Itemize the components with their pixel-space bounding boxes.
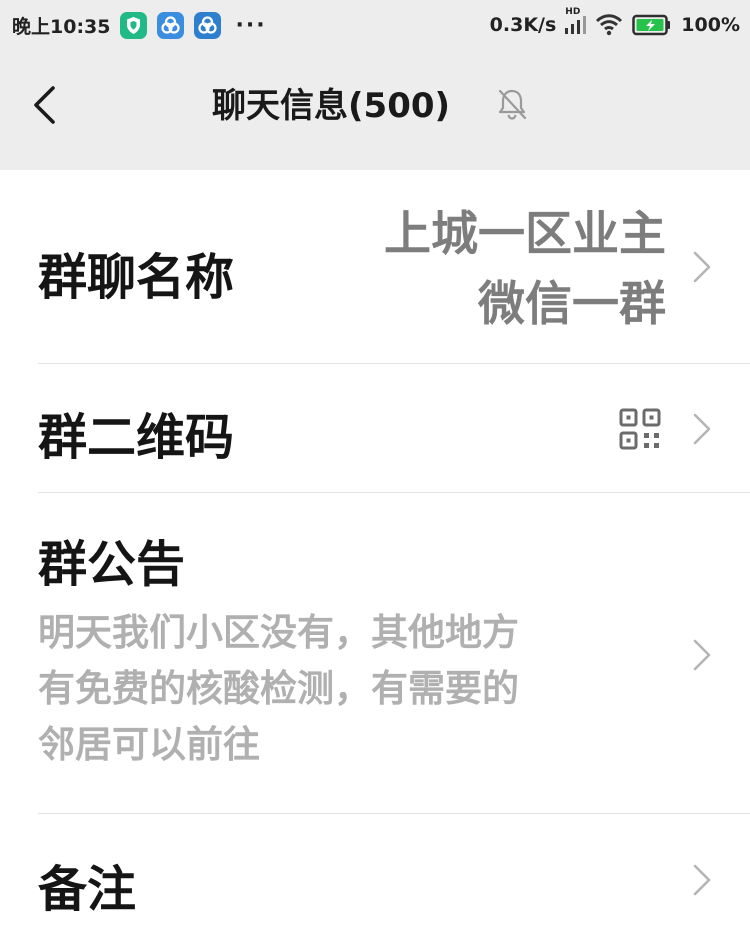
qr-code-icon (619, 408, 661, 450)
group-qr-label: 群二维码 (38, 409, 235, 466)
bell-off-icon (498, 89, 527, 120)
group-name-row[interactable]: 群聊名称 上城一区业主 微信一群 (0, 170, 750, 364)
more-notifications-icon: ··· (235, 12, 267, 38)
status-time: 晚上10:35 (12, 15, 111, 38)
battery-percent: 100% (681, 14, 740, 36)
chevron-right-icon (693, 864, 711, 896)
group-notice-label: 群公告 (38, 536, 186, 593)
net-speed: 0.3K/s (489, 14, 557, 36)
notice-line: 明天我们小区没有，其他地方 (38, 611, 519, 654)
signal-tag: HD (565, 7, 581, 17)
group-notice-content: 明天我们小区没有，其他地方 有免费的核酸检测，有需要的 邻居可以前往 (38, 605, 658, 773)
chevron-right-icon (693, 639, 711, 671)
remark-row[interactable]: 备注 (0, 814, 750, 933)
notice-line: 有免费的核酸检测，有需要的 (38, 667, 519, 710)
group-name-line1: 上城一区业主 (384, 207, 666, 262)
chevron-right-icon (693, 251, 711, 283)
trefoil-app-icon (157, 11, 185, 39)
group-name-line2: 微信一群 (478, 277, 666, 332)
group-name-label: 群聊名称 (38, 249, 235, 306)
wifi-icon (596, 14, 623, 36)
chevron-left-icon (34, 86, 55, 124)
back-button[interactable] (22, 80, 72, 130)
battery-icon (632, 14, 672, 36)
signal-icon: HD (565, 7, 587, 34)
chevron-right-icon (693, 413, 711, 445)
group-name-value: 上城一区业主 微信一群 (306, 200, 666, 340)
status-left: 晚上10:35 ··· (12, 0, 267, 50)
page-title: 聊天信息(500) (212, 86, 451, 126)
shield-app-icon (120, 11, 148, 39)
remark-label: 备注 (38, 861, 137, 918)
title-bar: 聊天信息(500) (0, 50, 750, 170)
status-bar: 晚上10:35 ··· 0.3K/s HD 100% (0, 0, 750, 50)
notice-line: 邻居可以前往 (38, 723, 260, 766)
status-right: 0.3K/s HD 100% (490, 0, 740, 50)
trefoil-app-icon (194, 11, 222, 39)
